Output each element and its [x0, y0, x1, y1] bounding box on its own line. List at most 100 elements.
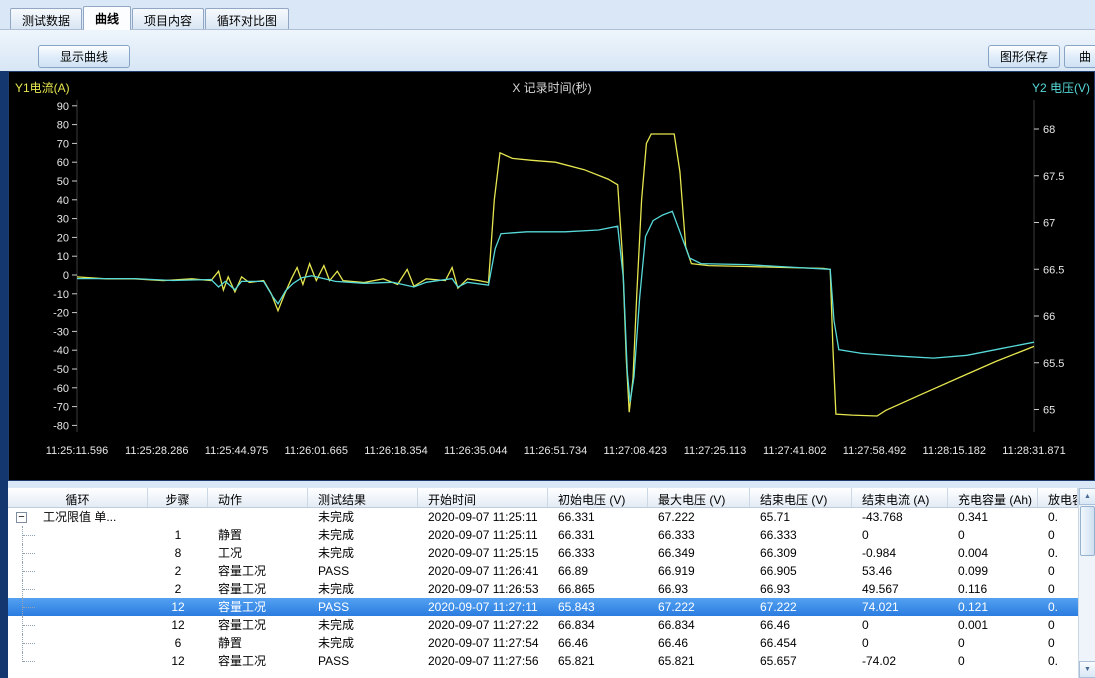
save-graphic-button[interactable]: 图形保存 [988, 45, 1060, 68]
cell-9: 0.001 [948, 616, 1038, 634]
chart-panel: Y1电流(A)X 记录时间(秒)Y2 电压(V)9080706050403020… [8, 71, 1095, 481]
cell-1: 2 [148, 580, 208, 598]
cell-6: 65.821 [648, 652, 750, 670]
column-header-0[interactable]: 循环 [8, 488, 148, 507]
svg-text:-50: -50 [53, 364, 69, 376]
tab-project-content[interactable]: 项目内容 [132, 8, 204, 29]
table-row[interactable]: 12容量工况PASS2020-09-07 11:27:5665.82165.82… [8, 652, 1078, 670]
cell-10: 0 [1038, 562, 1078, 580]
svg-text:X 记录时间(秒): X 记录时间(秒) [512, 81, 591, 95]
svg-text:65.5: 65.5 [1043, 358, 1064, 370]
scroll-thumb[interactable] [1080, 506, 1095, 556]
cell-10: 0. [1038, 652, 1078, 670]
column-header-6[interactable]: 最大电压 (V) [648, 488, 750, 507]
cell-6: 66.333 [648, 526, 750, 544]
table-row[interactable]: 6静置未完成2020-09-07 11:27:5466.4666.4666.45… [8, 634, 1078, 652]
cell-4: 2020-09-07 11:27:56 [418, 652, 548, 670]
cell-8: 0 [852, 526, 948, 544]
tree-line [8, 544, 38, 562]
cell-2 [208, 508, 308, 526]
tree-line [8, 634, 38, 652]
cell-1: 12 [148, 652, 208, 670]
cell-6: 66.919 [648, 562, 750, 580]
arrow-down-icon: ▼ [1084, 666, 1091, 673]
cell-3: PASS [308, 652, 418, 670]
table-row[interactable]: 12容量工况未完成2020-09-07 11:27:2266.83466.834… [8, 616, 1078, 634]
cell-2: 静置 [208, 526, 308, 544]
cell-5: 66.331 [548, 526, 648, 544]
svg-text:-40: -40 [53, 345, 69, 357]
table-row[interactable]: 8工况未完成2020-09-07 11:25:1566.33366.34966.… [8, 544, 1078, 562]
svg-text:66.5: 66.5 [1043, 264, 1064, 276]
tab-curve[interactable]: 曲线 [83, 6, 131, 30]
table-scrollbar[interactable]: ▲ ▼ [1078, 488, 1095, 678]
column-header-1[interactable]: 步骤 [148, 488, 208, 507]
cell-4: 2020-09-07 11:26:41 [418, 562, 548, 580]
table-row[interactable]: −工况限值 单...未完成2020-09-07 11:25:1166.33167… [8, 508, 1078, 526]
svg-text:11:25:11.596: 11:25:11.596 [46, 445, 109, 457]
cell-5: 65.821 [548, 652, 648, 670]
window-left-edge [0, 71, 8, 678]
cell-1: 2 [148, 562, 208, 580]
cell-5: 66.46 [548, 634, 648, 652]
show-curve-button[interactable]: 显示曲线 [38, 45, 130, 68]
scroll-down-button[interactable]: ▼ [1079, 661, 1095, 678]
tab-test-data[interactable]: 测试数据 [10, 8, 82, 29]
tree-collapse-icon[interactable]: − [16, 512, 27, 523]
cell-9: 0.004 [948, 544, 1038, 562]
column-header-8[interactable]: 结束电流 (A) [852, 488, 948, 507]
cell-8: 74.021 [852, 598, 948, 616]
scroll-up-button[interactable]: ▲ [1079, 488, 1095, 505]
cell-10: 0. [1038, 598, 1078, 616]
cell-0: −工况限值 单... [8, 508, 148, 526]
cell-0 [8, 526, 148, 544]
column-header-9[interactable]: 充电容量 (Ah) [948, 488, 1038, 507]
table-row[interactable]: 2容量工况未完成2020-09-07 11:26:5366.86566.9366… [8, 580, 1078, 598]
svg-text:68: 68 [1043, 124, 1055, 136]
column-header-7[interactable]: 结束电压 (V) [750, 488, 852, 507]
column-header-10[interactable]: 放电容 [1038, 488, 1078, 507]
cell-4: 2020-09-07 11:27:11 [418, 598, 548, 616]
table-row[interactable]: 2容量工况PASS2020-09-07 11:26:4166.8966.9196… [8, 562, 1078, 580]
cell-10: 0 [1038, 580, 1078, 598]
svg-text:11:26:01.665: 11:26:01.665 [285, 445, 348, 457]
cell-6: 67.222 [648, 508, 750, 526]
column-header-3[interactable]: 测试结果 [308, 488, 418, 507]
cell-6: 66.46 [648, 634, 750, 652]
tab-cycle-comparison[interactable]: 循环对比图 [205, 8, 289, 29]
svg-text:11:28:15.182: 11:28:15.182 [923, 445, 986, 457]
cell-7: 66.454 [750, 634, 852, 652]
column-header-5[interactable]: 初始电压 (V) [548, 488, 648, 507]
curve-chart[interactable]: Y1电流(A)X 记录时间(秒)Y2 电压(V)9080706050403020… [9, 72, 1095, 482]
cell-4: 2020-09-07 11:27:54 [418, 634, 548, 652]
cell-3: 未完成 [308, 544, 418, 562]
clipped-right-button[interactable]: 曲 [1064, 45, 1095, 68]
cell-3: PASS [308, 562, 418, 580]
table-row[interactable]: 1静置未完成2020-09-07 11:25:1166.33166.33366.… [8, 526, 1078, 544]
cell-2: 容量工况 [208, 652, 308, 670]
svg-text:66: 66 [1043, 311, 1055, 323]
cell-2: 容量工况 [208, 580, 308, 598]
column-header-4[interactable]: 开始时间 [418, 488, 548, 507]
cell-8: 53.46 [852, 562, 948, 580]
tree-line [8, 562, 38, 580]
cell-0 [8, 616, 148, 634]
cell-2: 容量工况 [208, 598, 308, 616]
cell-5: 66.333 [548, 544, 648, 562]
results-table: 循环步骤动作测试结果开始时间初始电压 (V)最大电压 (V)结束电压 (V)结束… [8, 488, 1078, 678]
cell-6: 66.834 [648, 616, 750, 634]
cell-7: 65.657 [750, 652, 852, 670]
cell-10: 0. [1038, 544, 1078, 562]
column-header-2[interactable]: 动作 [208, 488, 308, 507]
svg-text:80: 80 [57, 120, 69, 132]
cell-1: 1 [148, 526, 208, 544]
svg-text:67.5: 67.5 [1043, 171, 1064, 183]
tree-line [8, 526, 38, 544]
svg-text:11:25:28.286: 11:25:28.286 [125, 445, 188, 457]
cell-10: 0. [1038, 508, 1078, 526]
cell-1: 12 [148, 616, 208, 634]
app-window: 测试数据曲线项目内容循环对比图 显示曲线 图形保存 曲 Y1电流(A)X 记录时… [0, 0, 1095, 678]
svg-text:-10: -10 [53, 289, 69, 301]
table-row[interactable]: 12容量工况PASS2020-09-07 11:27:1165.84367.22… [8, 598, 1078, 616]
svg-text:11:26:35.044: 11:26:35.044 [444, 445, 507, 457]
